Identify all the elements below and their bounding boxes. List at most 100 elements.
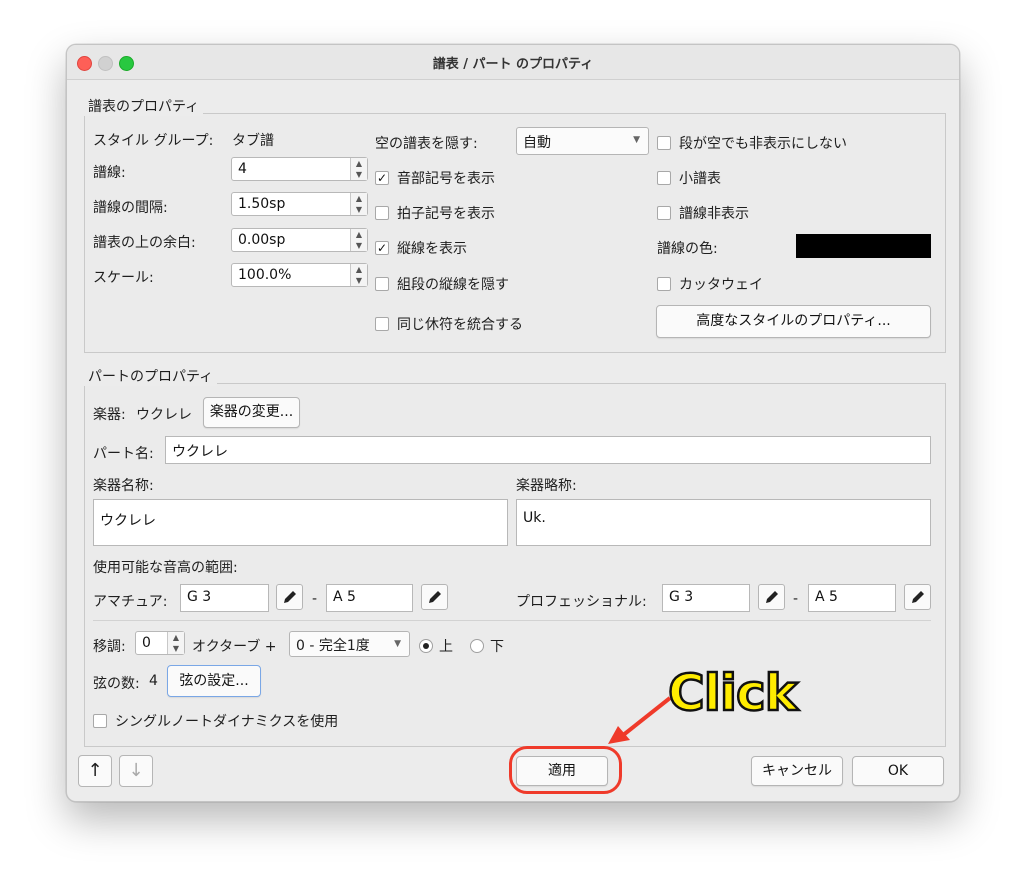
hide-lines-label: 譜線非表示: [679, 206, 749, 222]
down-label: 下: [490, 639, 504, 655]
pro-label: プロフェッショナル:: [516, 594, 647, 610]
cancel-label: キャンセル: [762, 763, 832, 779]
merge-rests-checkbox[interactable]: 同じ休符を統合する: [375, 314, 523, 334]
scale-spinbox[interactable]: 100.0% ▲ ▼: [231, 263, 368, 287]
pro-low-value: G 3: [669, 589, 694, 605]
interval-value: 0 - 完全1度: [296, 638, 370, 654]
line-color-label: 譜線の色:: [657, 241, 718, 257]
checkbox-box[interactable]: [657, 136, 671, 150]
advanced-style-button[interactable]: 高度なスタイルのプロパティ...: [656, 305, 931, 338]
pencil-icon[interactable]: [758, 584, 785, 610]
long-name-input[interactable]: ウクレレ: [93, 499, 508, 546]
single-note-dynamics-checkbox[interactable]: シングルノートダイナミクスを使用: [93, 711, 338, 731]
octave-plus-label: オクターブ +: [192, 639, 277, 655]
pro-high-value: A 5: [815, 589, 838, 605]
pitch-range-label: 使用可能な音高の範囲:: [93, 560, 238, 576]
transpose-down-radio[interactable]: 下: [470, 636, 504, 656]
top-margin-value: 0.00sp: [238, 232, 286, 248]
strings-value: 4: [149, 673, 158, 689]
hide-system-barlines-checkbox[interactable]: 組段の縦線を隠す: [375, 274, 509, 294]
style-group-label: スタイル グループ:: [93, 133, 214, 149]
short-name-input[interactable]: Uk.: [516, 499, 931, 546]
range-dash: -: [793, 591, 799, 607]
spin-arrows-icon[interactable]: ▲ ▼: [350, 229, 367, 251]
pencil-icon[interactable]: [276, 584, 303, 610]
short-name-label: 楽器略称:: [516, 478, 577, 494]
scale-label: スケール:: [93, 270, 154, 286]
window-title: 譜表 / パート のプロパティ: [432, 57, 594, 72]
arrow-down-icon[interactable]: ↓: [119, 755, 153, 787]
spacing-value: 1.50sp: [238, 196, 286, 212]
cancel-button[interactable]: キャンセル: [751, 756, 843, 786]
apply-highlight-ring: [509, 746, 622, 794]
top-margin-spinbox[interactable]: 0.00sp ▲ ▼: [231, 228, 368, 252]
divider: [93, 620, 931, 621]
title-bar: 譜表 / パート のプロパティ: [67, 45, 959, 80]
transpose-label: 移調:: [93, 639, 126, 655]
checkbox-box[interactable]: [657, 277, 671, 291]
string-settings-button[interactable]: 弦の設定...: [167, 665, 261, 697]
hide-lines-checkbox[interactable]: 譜線非表示: [657, 203, 749, 223]
small-staff-checkbox[interactable]: 小譜表: [657, 168, 721, 188]
small-staff-label: 小譜表: [679, 171, 721, 187]
show-timesig-checkbox[interactable]: 拍子記号を表示: [375, 203, 495, 223]
octave-value: 0: [142, 635, 151, 651]
lines-label: 譜線:: [93, 165, 126, 181]
spin-arrows-icon[interactable]: ▲ ▼: [350, 158, 367, 180]
amateur-high-input[interactable]: A 5: [326, 584, 413, 612]
strings-label: 弦の数:: [93, 676, 140, 692]
part-properties-label: パートのプロパティ: [84, 366, 218, 386]
checkbox-box[interactable]: [375, 317, 389, 331]
spin-arrows-icon[interactable]: ▲ ▼: [350, 264, 367, 286]
dont-hide-empty-label: 段が空でも非表示にしない: [679, 136, 847, 152]
spin-arrows-icon[interactable]: ▲ ▼: [350, 193, 367, 215]
checkbox-box[interactable]: ✓: [375, 171, 389, 185]
radio-button[interactable]: [470, 639, 484, 653]
ok-button[interactable]: OK: [852, 756, 944, 786]
cutaway-checkbox[interactable]: カッタウェイ: [657, 274, 763, 294]
long-name-label: 楽器名称:: [93, 478, 154, 494]
checkbox-box[interactable]: ✓: [375, 241, 389, 255]
part-name-input[interactable]: ウクレレ: [165, 436, 931, 464]
part-name-label: パート名:: [93, 446, 154, 462]
lines-spinbox[interactable]: 4 ▲ ▼: [231, 157, 368, 181]
pencil-icon[interactable]: [421, 584, 448, 610]
amateur-high-value: A 5: [333, 589, 356, 605]
checkbox-box[interactable]: [657, 171, 671, 185]
show-clef-checkbox[interactable]: ✓ 音部記号を表示: [375, 168, 495, 188]
spacing-label: 譜線の間隔:: [93, 200, 168, 216]
pro-low-input[interactable]: G 3: [662, 584, 750, 612]
lines-value: 4: [238, 161, 247, 177]
checkbox-box[interactable]: [657, 206, 671, 220]
short-name-value: Uk.: [523, 510, 546, 526]
radio-button[interactable]: [419, 639, 433, 653]
up-label: 上: [439, 639, 453, 655]
dont-hide-empty-checkbox[interactable]: 段が空でも非表示にしない: [657, 133, 847, 153]
pencil-icon[interactable]: [904, 584, 931, 610]
single-note-dynamics-label: シングルノートダイナミクスを使用: [115, 714, 339, 730]
line-color-swatch[interactable]: [796, 234, 931, 258]
pro-high-input[interactable]: A 5: [808, 584, 896, 612]
arrow-up-icon[interactable]: ↑: [78, 755, 112, 787]
hide-empty-select[interactable]: 自動 ▼: [516, 127, 649, 155]
staff-properties-label: 譜表のプロパティ: [84, 96, 204, 116]
advanced-style-label: 高度なスタイルのプロパティ...: [696, 313, 891, 329]
spacing-spinbox[interactable]: 1.50sp ▲ ▼: [231, 192, 368, 216]
amateur-low-input[interactable]: G 3: [180, 584, 269, 612]
transpose-up-radio[interactable]: 上: [419, 636, 453, 656]
checkbox-box[interactable]: [375, 277, 389, 291]
spin-arrows-icon[interactable]: ▲ ▼: [167, 632, 184, 654]
show-barlines-checkbox[interactable]: ✓ 縦線を表示: [375, 238, 467, 258]
checkbox-box[interactable]: [375, 206, 389, 220]
octave-spinbox[interactable]: 0 ▲ ▼: [135, 631, 185, 655]
down-arrow-label: ↓: [128, 760, 144, 781]
checkbox-box[interactable]: [93, 714, 107, 728]
instrument-label: 楽器:: [93, 407, 126, 423]
range-dash: -: [312, 591, 318, 607]
cutaway-label: カッタウェイ: [679, 277, 763, 293]
change-instrument-button[interactable]: 楽器の変更...: [203, 397, 300, 428]
show-clef-label: 音部記号を表示: [397, 171, 495, 187]
instrument-value: ウクレレ: [136, 407, 192, 423]
interval-select[interactable]: 0 - 完全1度 ▼: [289, 631, 410, 657]
hide-system-barlines-label: 組段の縦線を隠す: [397, 277, 509, 293]
